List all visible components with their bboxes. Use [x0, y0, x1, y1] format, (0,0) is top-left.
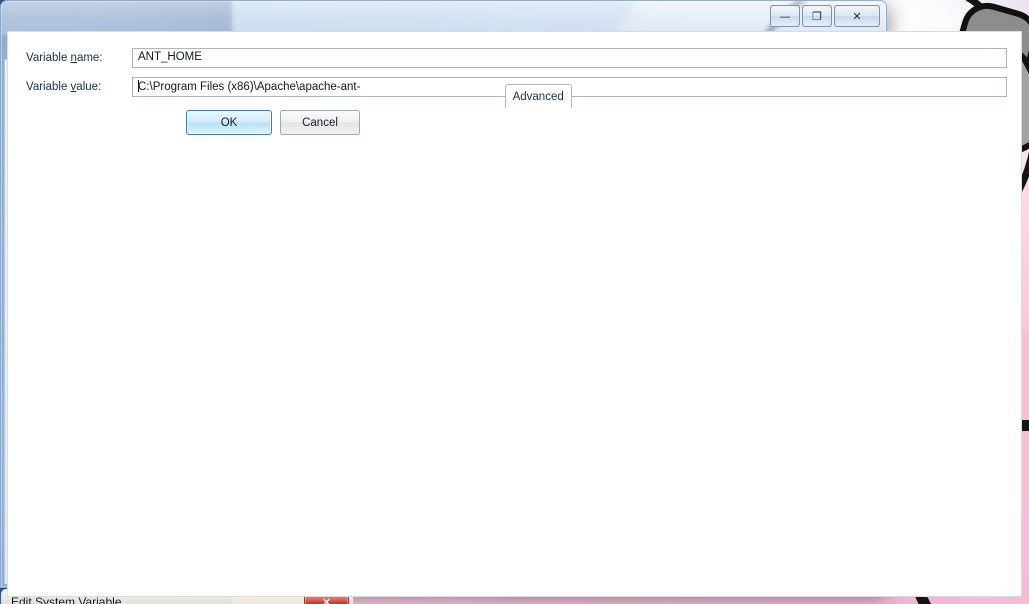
tab-advanced[interactable]: Advanced [504, 84, 572, 108]
minimize-icon: — [779, 9, 791, 23]
variable-name-input[interactable]: ANT_HOME [132, 48, 1007, 68]
tab-label: Advanced [512, 90, 564, 103]
maximize-button[interactable]: ❐ [802, 5, 832, 27]
window-controls: — ❐ ✕ [770, 5, 880, 27]
variable-value-text: C:\Program Files (x86)\Apache\apache-ant… [138, 81, 361, 93]
button-label: OK [220, 116, 238, 129]
button-label: Cancel [302, 116, 338, 129]
variable-name-label: Variable name: [26, 52, 103, 64]
variable-value-label: Variable value: [26, 81, 102, 93]
desktop-root: — ❐ ✕ ◄ ► ▾ ▸ Control Panel [0, 0, 1029, 604]
close-icon: ✕ [321, 597, 332, 604]
minimize-button[interactable]: — [770, 5, 800, 27]
edit-system-variable-dialog: Edit System Variable ✕ Variable name: AN… [0, 31, 1022, 604]
close-button[interactable]: ✕ [834, 5, 880, 27]
edit-ok-button[interactable]: OK [186, 110, 272, 135]
edit-cancel-button[interactable]: Cancel [280, 110, 360, 135]
close-icon: ✕ [852, 9, 862, 23]
explorer-titlebar[interactable]: — ❐ ✕ [1, 1, 886, 35]
maximize-icon: ❐ [812, 9, 822, 23]
edit-system-variable-body: Variable name: ANT_HOME Variable value: … [7, 31, 1022, 597]
